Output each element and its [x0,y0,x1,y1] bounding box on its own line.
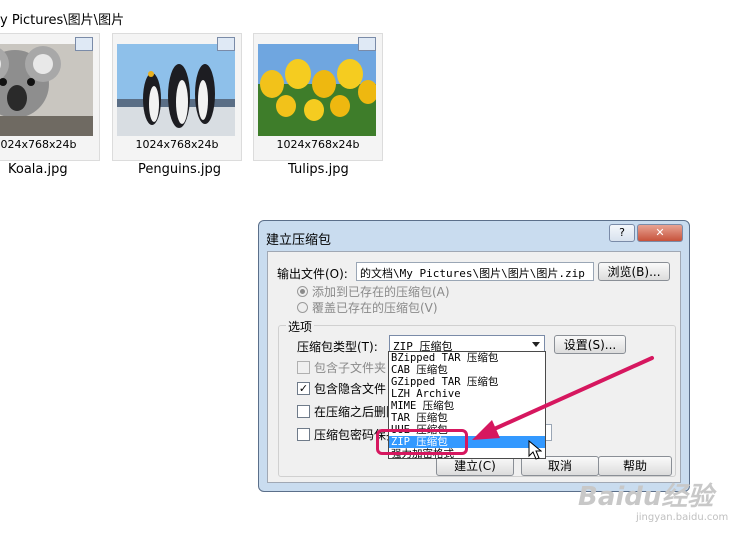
mouse-cursor-icon [528,440,542,460]
options-group-label: 选项 [286,318,315,335]
watermark-url: jingyan.baidu.com [636,512,729,523]
watermark: Baidu经验 [578,482,714,512]
annotation-arrow [472,356,654,440]
